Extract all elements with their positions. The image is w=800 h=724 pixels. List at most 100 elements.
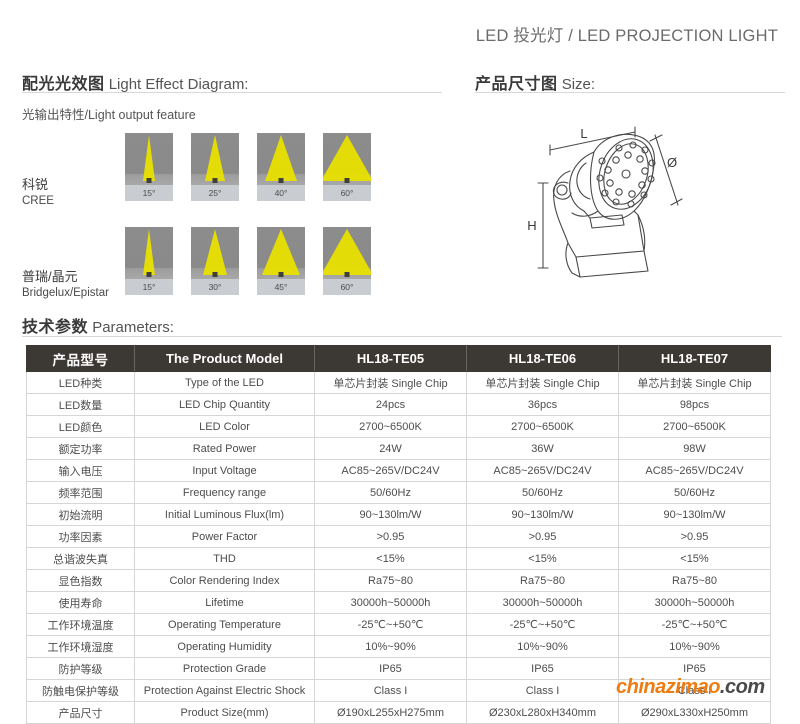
param-value: 90~130lm/W <box>466 503 619 526</box>
param-value: Class I <box>618 679 771 702</box>
param-name-cn: 使用寿命 <box>26 591 135 614</box>
param-value: 10%~90% <box>466 635 619 658</box>
diameter-dimension-line <box>654 134 679 206</box>
beam-scene <box>257 227 305 279</box>
param-value: 单芯片封装 Single Chip <box>618 371 771 394</box>
brand-label-bridgelux-cn: 普瑞/晶元 <box>22 269 78 284</box>
beam-panel: 60° <box>323 227 371 295</box>
param-value: AC85~265V/DC24V <box>466 459 619 482</box>
beam-panel: 15° <box>125 227 173 295</box>
parameters-heading-rule <box>22 336 782 337</box>
table-header-cell: HL18-TE07 <box>618 345 771 372</box>
param-name-cn: LED数量 <box>26 393 135 416</box>
beam-scene <box>125 133 173 185</box>
mount-slot <box>589 214 625 229</box>
param-name-en: Initial Luminous Flux(lm) <box>134 503 315 526</box>
param-value: 10%~90% <box>618 635 771 658</box>
dimension-label-length: L <box>580 126 587 141</box>
param-name-cn: 防触电保护等级 <box>26 679 135 702</box>
param-value: 30000h~50000h <box>314 591 467 614</box>
param-value: Ø230xL280xH340mm <box>466 701 619 724</box>
parameters-heading: 技术参数 Parameters: <box>22 313 174 337</box>
brand-label-cree-en: CREE <box>22 194 54 207</box>
beam-angle-label: 15° <box>125 185 173 201</box>
param-value: >0.95 <box>618 525 771 548</box>
product-dimension-drawing: L H Ø <box>498 105 798 295</box>
brand-label-bridgelux: 普瑞/晶元 Bridgelux/Epistar <box>22 268 109 301</box>
param-name-cn: 初始流明 <box>26 503 135 526</box>
param-name-cn: 显色指数 <box>26 569 135 592</box>
param-value: 24W <box>314 437 467 460</box>
param-value: -25℃~+50℃ <box>466 613 619 636</box>
param-value: 98pcs <box>618 393 771 416</box>
param-value: 36W <box>466 437 619 460</box>
beam-cone <box>262 229 300 275</box>
beam-scene <box>257 133 305 185</box>
brand-label-bridgelux-en: Bridgelux/Epistar <box>22 286 109 299</box>
param-name-en: THD <box>134 547 315 570</box>
param-name-cn: 功率因素 <box>26 525 135 548</box>
table-header-cell: The Product Model <box>134 345 315 372</box>
table-row: 产品尺寸 Product Size(mm) Ø190xL255xH275mm Ø230… <box>26 701 771 724</box>
banner-title: LED 投光灯 / LED PROJECTION LIGHT <box>475 27 778 45</box>
param-value: 24pcs <box>314 393 467 416</box>
param-name-cn: 产品尺寸 <box>26 701 135 724</box>
param-name-en: Color Rendering Index <box>134 569 315 592</box>
table-header-cell: HL18-TE06 <box>466 345 619 372</box>
param-name-en: Frequency range <box>134 481 315 504</box>
beam-fixture-icon <box>146 272 152 277</box>
param-name-en: Protection Grade <box>134 657 315 680</box>
beam-angle-label: 60° <box>323 185 371 201</box>
beam-scene <box>191 133 239 185</box>
light-effect-heading-en: Light Effect Diagram: <box>108 76 249 93</box>
param-value: 10%~90% <box>314 635 467 658</box>
table-row: LED颜色 LED Color 2700~6500K 2700~6500K 2700~6… <box>26 415 771 438</box>
param-value: AC85~265V/DC24V <box>314 459 467 482</box>
param-value: 2700~6500K <box>466 415 619 438</box>
beam-fixture-icon <box>344 272 350 277</box>
param-value: 90~130lm/W <box>314 503 467 526</box>
beam-scene <box>191 227 239 279</box>
led-dots <box>596 141 656 208</box>
base-left-edge <box>565 242 581 278</box>
param-value: 单芯片封装 Single Chip <box>314 371 467 394</box>
param-name-en: Rated Power <box>134 437 315 460</box>
beam-fixture-icon <box>146 178 152 183</box>
param-value: >0.95 <box>314 525 467 548</box>
param-name-cn: LED种类 <box>26 371 135 394</box>
table-row: 频率范围 Frequency range 50/60Hz 50/60Hz 50/60Hz <box>26 481 771 504</box>
table-row: 功率因素 Power Factor >0.95 >0.95 >0.95 <box>26 525 771 548</box>
param-name-en: LED Color <box>134 415 315 438</box>
dimension-label-height: H <box>527 218 536 233</box>
beam-scene <box>125 227 173 279</box>
param-name-cn: 工作环境温度 <box>26 613 135 636</box>
table-row: 防护等级 Protection Grade IP65 IP65 IP65 <box>26 657 771 680</box>
param-name-en: Power Factor <box>134 525 315 548</box>
param-value: 50/60Hz <box>618 481 771 504</box>
beam-panel: 40° <box>257 133 305 201</box>
table-row: 工作环境湿度 Operating Humidity 10%~90% 10%~90% 10… <box>26 635 771 658</box>
parameters-table: 产品型号 The Product Model HL18-TE05 HL18-TE06 H… <box>26 345 771 724</box>
param-name-cn: 输入电压 <box>26 459 135 482</box>
base-plate-top <box>567 214 645 258</box>
param-value: 98W <box>618 437 771 460</box>
table-row: 初始流明 Initial Luminous Flux(lm) 90~130lm/W 9… <box>26 503 771 526</box>
table-body: LED种类 Type of the LED 单芯片封装 Single Chip 单芯片… <box>26 371 771 724</box>
beam-cone <box>205 135 225 181</box>
param-name-en: Type of the LED <box>134 371 315 394</box>
param-value: 36pcs <box>466 393 619 416</box>
param-value: 单芯片封装 Single Chip <box>466 371 619 394</box>
beam-fixture-icon <box>278 272 284 277</box>
beam-angle-label: 40° <box>257 185 305 201</box>
beam-cone <box>203 229 227 275</box>
page-banner: LED 投光灯 / LED PROJECTION LIGHT <box>0 0 800 58</box>
param-name-cn: LED颜色 <box>26 415 135 438</box>
base-plate-front <box>575 250 649 278</box>
param-name-cn: 防护等级 <box>26 657 135 680</box>
param-value: <15% <box>314 547 467 570</box>
light-effect-heading: 配光光效图 Light Effect Diagram: <box>22 70 248 94</box>
brand-label-cree: 科锐 CREE <box>22 176 54 209</box>
param-value: IP65 <box>618 657 771 680</box>
param-value: -25℃~+50℃ <box>618 613 771 636</box>
beam-panel: 15° <box>125 133 173 201</box>
